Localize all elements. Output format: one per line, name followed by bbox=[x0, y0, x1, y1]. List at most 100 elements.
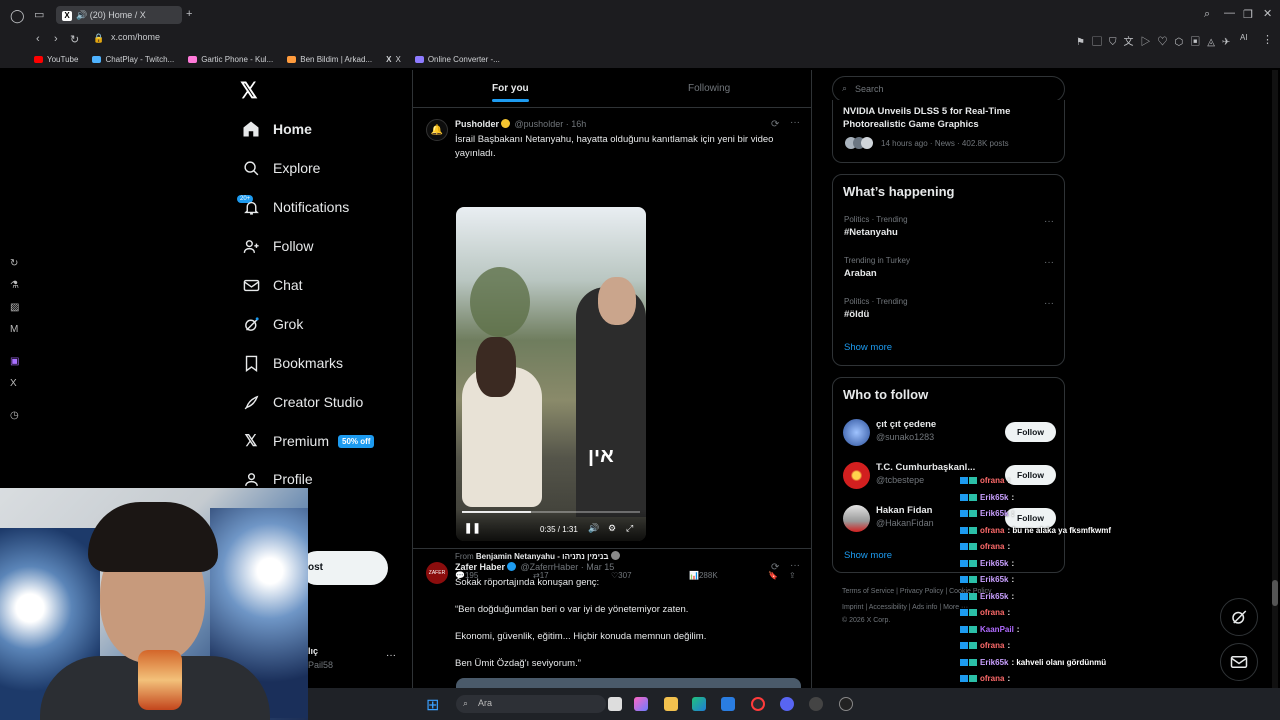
follow-button[interactable]: Follow bbox=[1005, 465, 1056, 485]
trend-more-icon[interactable]: ··· bbox=[1044, 298, 1054, 309]
x-sidebar-icon[interactable]: X bbox=[10, 378, 17, 389]
follow-suggestion[interactable]: T.C. Cumhurbaşkanl... @tcbestepe Follow bbox=[843, 462, 1056, 492]
post-media-preview[interactable] bbox=[456, 678, 801, 688]
copilot-icon[interactable] bbox=[634, 697, 648, 711]
twitch-icon[interactable]: ▣ bbox=[10, 356, 19, 367]
volume-icon[interactable]: 🔊 bbox=[588, 523, 599, 534]
avatar[interactable] bbox=[843, 462, 870, 489]
trend-item[interactable]: Trending in Turkey Araban bbox=[844, 256, 910, 279]
video-player[interactable]: אין ❚❚ 0:35 / 1:31 🔊 ⚙ ⤢ bbox=[456, 207, 646, 541]
zafer-haber-avatar[interactable]: ZAFER bbox=[426, 562, 448, 584]
nav-grok[interactable]: Grok bbox=[242, 315, 303, 333]
avatar[interactable] bbox=[843, 419, 870, 446]
new-tab-icon[interactable]: + bbox=[186, 8, 192, 20]
opera-logo-icon[interactable]: ◯ bbox=[10, 8, 25, 24]
grok-post-icon[interactable]: ⟳ bbox=[771, 562, 779, 573]
post-pusholder[interactable]: 🔔 Pusholder @pusholder · 16h ⟳ ··· İsrai… bbox=[413, 109, 811, 580]
post-more-icon[interactable]: ··· bbox=[790, 560, 800, 571]
reload-icon[interactable]: ↻ bbox=[70, 33, 79, 46]
windows-start-icon[interactable]: ⊞ bbox=[426, 695, 439, 715]
nav-bookmarks[interactable]: Bookmarks bbox=[242, 354, 343, 372]
bookmark-online-converter[interactable]: Online Converter -... bbox=[414, 55, 500, 64]
task-view-icon[interactable] bbox=[608, 697, 622, 711]
app-icon[interactable] bbox=[839, 697, 853, 711]
trend-more-icon[interactable]: ··· bbox=[1044, 216, 1054, 227]
explorer-icon[interactable] bbox=[664, 697, 678, 711]
grok-post-icon[interactable]: ⟳ bbox=[771, 119, 779, 130]
post-author-handle[interactable]: @pusholder bbox=[515, 119, 564, 129]
nav-profile[interactable]: Profile bbox=[242, 470, 313, 488]
trend-more-icon[interactable]: ··· bbox=[1044, 257, 1054, 268]
taskbar-search[interactable]: ⌕ Ara bbox=[456, 695, 606, 713]
discord-icon[interactable] bbox=[780, 697, 794, 711]
opera-taskbar-icon[interactable] bbox=[751, 697, 765, 711]
post-zafer-haber[interactable]: ZAFER Zafer Haber @ZaferrHaber · Mar 15 … bbox=[413, 550, 811, 688]
tab-for-you[interactable]: For you bbox=[492, 83, 529, 102]
url-field[interactable]: x.com/home bbox=[111, 32, 160, 42]
aria-icon[interactable]: ⚗ bbox=[10, 280, 19, 291]
nav-chat[interactable]: Chat bbox=[242, 276, 303, 294]
browser-tab-active[interactable]: X 🔊 (20) Home / X bbox=[56, 6, 182, 24]
fullscreen-icon[interactable]: ⤢ bbox=[626, 523, 633, 534]
nav-creator-studio[interactable]: Creator Studio bbox=[242, 393, 363, 411]
tab-following[interactable]: Following bbox=[688, 83, 730, 94]
post-time[interactable]: Mar 15 bbox=[586, 562, 614, 572]
news-avatars bbox=[845, 137, 877, 149]
pause-icon[interactable]: ❚❚ bbox=[464, 523, 481, 534]
post-author-name[interactable]: Pusholder bbox=[455, 119, 499, 129]
bookmark-benbildim[interactable]: Ben Bildim | Arkad... bbox=[287, 55, 372, 64]
post-author-handle[interactable]: @ZaferrHaber bbox=[521, 562, 579, 572]
follow-suggestion[interactable]: çıt çıt çedene @sunako1283 Follow bbox=[843, 419, 1056, 449]
tab-list-icon[interactable]: ▭ bbox=[34, 8, 44, 21]
scrollbar-thumb[interactable] bbox=[1272, 580, 1278, 606]
bell-avatar-icon[interactable]: 🔔 bbox=[426, 119, 448, 141]
bookmark-gartic[interactable]: Gartic Phone - Kul... bbox=[188, 55, 273, 64]
x-logo[interactable]: 𝕏 bbox=[240, 78, 258, 104]
video-controls: ❚❚ 0:35 / 1:31 🔊 ⚙ ⤢ bbox=[456, 509, 646, 541]
nav-follow[interactable]: Follow bbox=[242, 237, 313, 255]
bookmark-x[interactable]: XX bbox=[386, 55, 401, 64]
post-button[interactable]: ost bbox=[300, 551, 388, 585]
chat-message: ofrana: bbox=[960, 542, 1010, 551]
grok-floating-button[interactable] bbox=[1220, 598, 1258, 636]
pinboard-icon[interactable]: ▨ bbox=[10, 302, 19, 313]
extensions-icons[interactable]: ⚑▢⛉文▷♡⬡▣◬✈ bbox=[1076, 33, 1237, 48]
search-input[interactable]: ⌕ Search bbox=[832, 76, 1065, 102]
footer-links-row[interactable]: Imprint | Accessibility | Ads info | Mor… bbox=[842, 604, 968, 611]
bookmark-chatplay[interactable]: ChatPlay - Twitch... bbox=[92, 55, 174, 64]
account-more-icon[interactable]: ··· bbox=[386, 650, 396, 661]
messages-floating-button[interactable] bbox=[1220, 643, 1258, 681]
menu-icon[interactable]: ⋮ bbox=[1262, 33, 1273, 46]
trend-item[interactable]: Politics · Trending #öldü bbox=[844, 297, 908, 320]
history-icon[interactable]: ↻ bbox=[10, 258, 18, 269]
settings-icon[interactable]: ⚙ bbox=[608, 523, 616, 534]
clock-icon[interactable]: ◷ bbox=[10, 410, 19, 421]
forward-icon[interactable]: › bbox=[54, 33, 58, 45]
bookmark-youtube[interactable]: YouTube bbox=[34, 55, 78, 64]
store-icon[interactable] bbox=[721, 697, 735, 711]
back-icon[interactable]: ‹ bbox=[36, 33, 40, 45]
nav-home[interactable]: Home bbox=[242, 120, 312, 138]
maximize-icon[interactable]: ❐ bbox=[1243, 8, 1253, 21]
nav-premium[interactable]: 𝕏 Premium 50% off bbox=[242, 432, 375, 450]
post-more-icon[interactable]: ··· bbox=[790, 117, 800, 128]
show-more-link[interactable]: Show more bbox=[844, 342, 892, 353]
avatar[interactable] bbox=[843, 505, 870, 532]
post-author-name[interactable]: Zafer Haber bbox=[455, 562, 505, 572]
trend-item[interactable]: Politics · Trending #Netanyahu bbox=[844, 215, 908, 238]
show-more-link[interactable]: Show more bbox=[844, 550, 892, 561]
badge-icon bbox=[960, 526, 968, 534]
ai-icon[interactable]: AI bbox=[1240, 33, 1248, 42]
nav-explore[interactable]: Explore bbox=[242, 159, 320, 177]
edge-icon[interactable] bbox=[692, 697, 706, 711]
close-icon[interactable]: ✕ bbox=[1263, 7, 1272, 20]
obs-icon[interactable] bbox=[809, 697, 823, 711]
page-scrollbar[interactable] bbox=[1272, 70, 1278, 688]
search-icon[interactable]: ⌕ bbox=[1204, 8, 1210, 21]
news-card[interactable]: NVIDIA Unveils DLSS 5 for Real-Time Phot… bbox=[832, 100, 1065, 163]
post-time[interactable]: 16h bbox=[571, 119, 586, 129]
minimize-icon[interactable]: — bbox=[1224, 7, 1235, 19]
m-icon[interactable]: M bbox=[10, 324, 18, 335]
follow-button[interactable]: Follow bbox=[1005, 422, 1056, 442]
nav-notifications[interactable]: Notifications bbox=[242, 198, 349, 216]
